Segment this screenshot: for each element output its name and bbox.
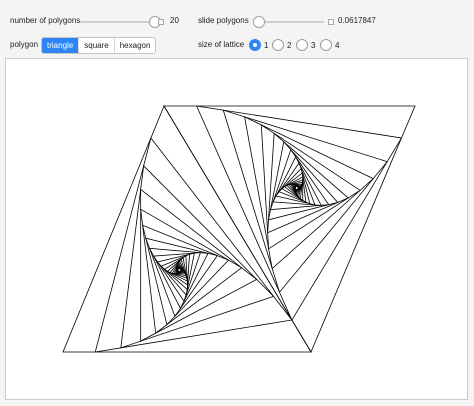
triangle-1-level-6 [145,237,218,318]
nested-triangles-graphic [62,105,416,353]
triangle-2-level-3 [244,116,374,270]
triangle-2-level-7 [269,148,330,211]
triangle-2-level-2 [222,109,388,294]
lattice-radio-2-label: 2 [287,40,292,50]
slide-polygons-value: 0.0617847 [338,16,376,25]
lattice-radio-1-label: 1 [264,40,269,50]
lattice-radio-1[interactable]: 1 [249,38,268,52]
polygon-option-square[interactable]: square [79,38,115,53]
polygon-label: polygon [10,40,39,49]
slide-polygons-label: slide polygons [198,16,249,25]
slide-polygons-thumb[interactable] [253,16,266,28]
lattice-radio-3-circle[interactable] [296,39,308,51]
lattice-radio-2-circle[interactable] [272,39,284,51]
lattice-radio-4[interactable]: 4 [320,38,339,52]
num-polygons-value: 20 [170,16,179,25]
num-polygons-label: number of polygons [10,16,81,25]
triangle-1-level-1 [94,137,293,353]
slide-polygons-slider[interactable] [253,15,324,29]
lattice-radio-3-label: 3 [311,40,316,50]
num-polygons-slider[interactable] [80,15,162,29]
lattice-radio-4-label: 4 [335,40,340,50]
num-polygons-expand-icon[interactable] [158,19,164,25]
slide-polygons-expand-icon[interactable] [328,19,334,25]
polygon-option-hexagon[interactable]: hexagon [115,38,156,53]
lattice-radio-3[interactable]: 3 [296,38,315,52]
triangle-2-level-1 [195,105,403,321]
graphics-panel [5,58,468,400]
triangle-1-level-2 [120,164,275,349]
polygon-option-triangle[interactable]: triangle [42,38,80,53]
lattice-radio-2[interactable]: 2 [272,38,291,52]
polygon-selector[interactable]: triangle square hexagon [41,37,157,54]
lattice-size-label: size of lattice [198,40,245,49]
lattice-radio-1-circle[interactable] [249,39,261,51]
num-polygons-track [80,21,158,23]
lattice-radio-4-circle[interactable] [320,39,332,51]
triangle-2-level-4 [260,124,361,250]
